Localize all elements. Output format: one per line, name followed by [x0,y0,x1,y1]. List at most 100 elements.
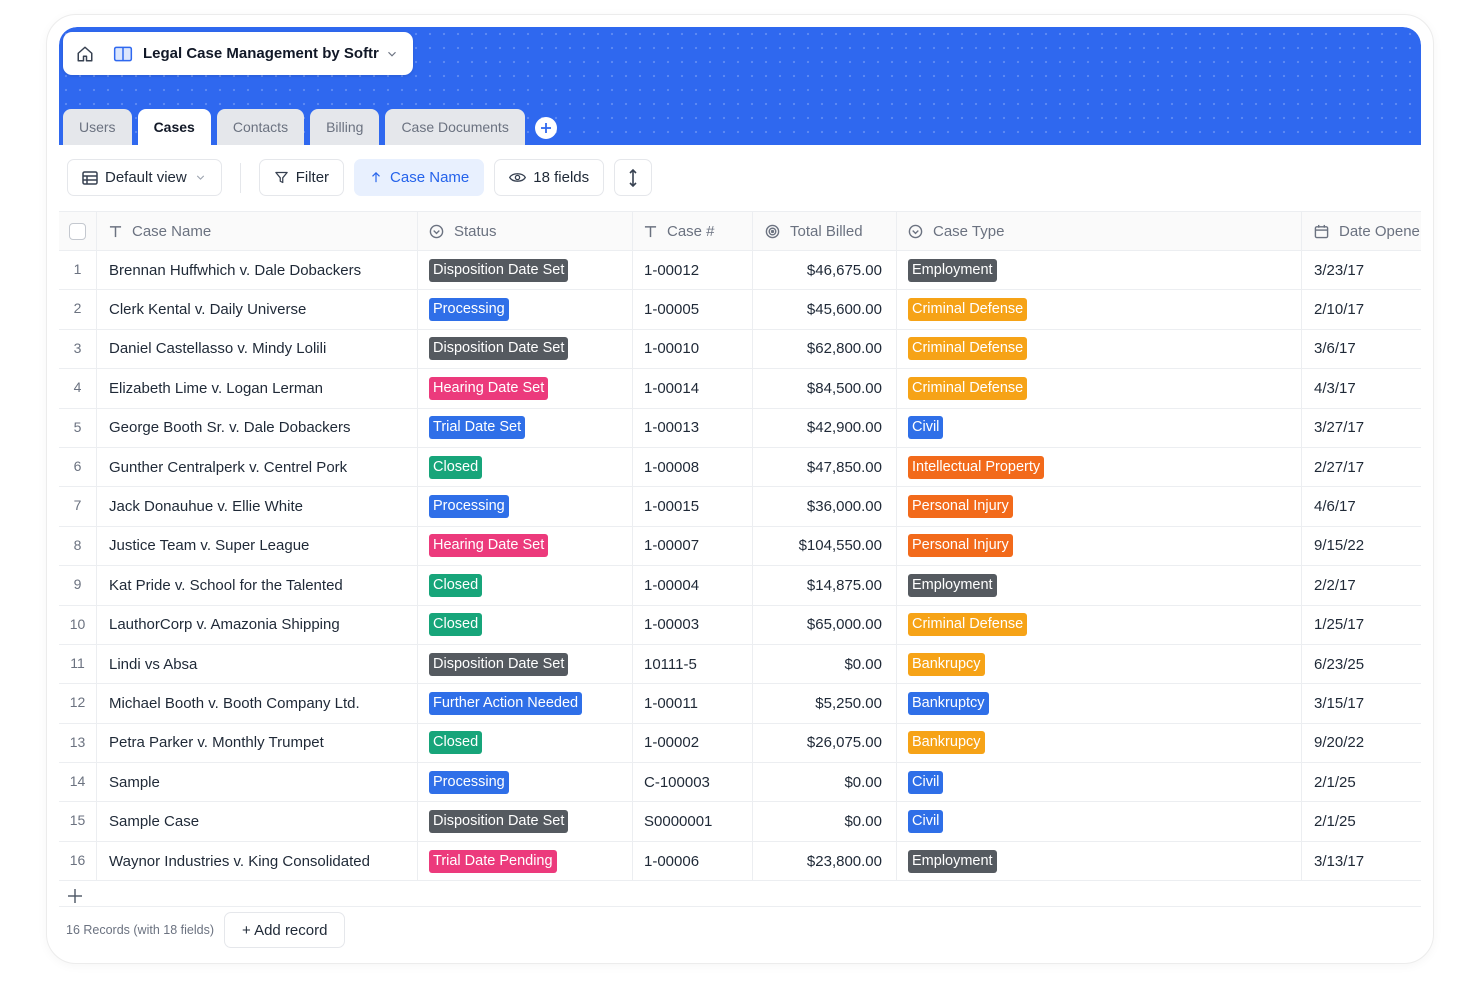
case-name-cell[interactable]: Daniel Castellasso v. Mindy Lolili [97,329,418,369]
status-cell[interactable]: Processing [418,487,633,526]
date-opened-cell[interactable]: 3/23/17 [1302,251,1421,289]
case-name-cell[interactable]: Waynor Industries v. King Consolidated [97,841,418,881]
date-opened-cell[interactable]: 4/6/17 [1302,487,1421,525]
case-name-cell[interactable]: George Booth Sr. v. Dale Dobackers [97,408,418,447]
case-number-cell[interactable]: 1-00012 [633,251,753,290]
date-opened-cell[interactable]: 9/20/22 [1302,724,1421,762]
table-row[interactable]: 9 Kat Pride v. School for the Talented Clo… [59,566,1421,606]
case-number-cell[interactable]: 1-00011 [633,684,753,723]
case-name-cell[interactable]: Sample Case [97,802,418,841]
tab-case-documents[interactable]: Case Documents [385,109,525,145]
case-type-cell[interactable]: Employment [897,841,1302,881]
status-cell[interactable]: Disposition Date Set [418,802,633,841]
status-cell[interactable]: Trial Date Pending [418,841,633,881]
status-cell[interactable]: Closed [418,605,633,644]
table-row[interactable]: 12 Michael Booth v. Booth Company Ltd. Fur… [59,684,1421,724]
status-cell[interactable]: Hearing Date Set [418,526,633,566]
total-billed-cell[interactable]: $104,550.00 [753,526,897,566]
column-header-date-opened[interactable]: Date Opene [1302,212,1421,250]
case-type-cell[interactable]: Civil [897,763,1302,802]
status-cell[interactable]: Closed [418,566,633,605]
case-type-cell[interactable]: Bankrupcy [897,644,1302,684]
case-number-cell[interactable]: 1-00013 [633,408,753,447]
case-number-cell[interactable]: 1-00002 [633,723,753,763]
case-number-cell[interactable]: 1-00015 [633,487,753,526]
app-title[interactable]: Legal Case Management by Softr [143,45,379,62]
date-opened-cell[interactable]: 4/3/17 [1302,369,1421,407]
case-type-cell[interactable]: Criminal Defense [897,369,1302,408]
table-row[interactable]: 5 George Booth Sr. v. Dale Dobackers Trial… [59,408,1421,448]
case-type-cell[interactable]: Personal Injury [897,526,1302,566]
case-name-cell[interactable]: Clerk Kental v. Daily Universe [97,290,418,329]
date-opened-cell[interactable]: 9/15/22 [1302,527,1421,565]
chevron-down-icon[interactable] [385,47,399,61]
table-row[interactable]: 8 Justice Team v. Super League Hearing Dat… [59,526,1421,567]
date-opened-cell[interactable]: 1/25/17 [1302,606,1421,644]
total-billed-cell[interactable]: $26,075.00 [753,723,897,763]
case-number-cell[interactable]: 1-00004 [633,566,753,605]
table-row[interactable]: 2 Clerk Kental v. Daily Universe Processin… [59,290,1421,330]
case-number-cell[interactable]: 1-00007 [633,526,753,566]
date-opened-cell[interactable]: 3/6/17 [1302,330,1421,368]
tab-cases[interactable]: Cases [137,109,211,145]
total-billed-cell[interactable]: $0.00 [753,763,897,802]
case-number-cell[interactable]: 1-00010 [633,329,753,369]
tab-billing[interactable]: Billing [310,109,380,145]
column-header-case-type[interactable]: Case Type [897,212,1302,250]
case-name-cell[interactable]: Kat Pride v. School for the Talented [97,566,418,605]
case-type-cell[interactable]: Employment [897,251,1302,290]
case-number-cell[interactable]: 1-00006 [633,841,753,881]
table-row[interactable]: 1 Brennan Huffwhich v. Dale Dobackers Disp… [59,251,1421,291]
date-opened-cell[interactable]: 6/23/25 [1302,645,1421,683]
case-type-cell[interactable]: Intellectual Property [897,447,1302,487]
case-type-cell[interactable]: Personal Injury [897,487,1302,526]
status-cell[interactable]: Disposition Date Set [418,329,633,369]
total-billed-cell[interactable]: $14,875.00 [753,566,897,605]
case-name-cell[interactable]: Elizabeth Lime v. Logan Lerman [97,369,418,408]
case-name-cell[interactable]: Jack Donauhue v. Ellie White [97,487,418,526]
table-row[interactable]: 10 LauthorCorp v. Amazonia Shipping Closed… [59,605,1421,645]
case-type-cell[interactable]: Bankruptcy [897,684,1302,723]
total-billed-cell[interactable]: $5,250.00 [753,684,897,723]
case-number-cell[interactable]: 10111-5 [633,644,753,684]
table-row[interactable]: 14 Sample Processing C-100003 $0.00 Civil 2/1/… [59,763,1421,803]
table-row[interactable]: 11 Lindi vs Absa Disposition Date Set 10111… [59,644,1421,685]
tab-users[interactable]: Users [63,109,132,145]
case-number-cell[interactable]: C-100003 [633,763,753,802]
date-opened-cell[interactable]: 3/15/17 [1302,684,1421,722]
total-billed-cell[interactable]: $62,800.00 [753,329,897,369]
column-header-total-billed[interactable]: Total Billed [753,212,897,250]
case-number-cell[interactable]: 1-00008 [633,447,753,487]
home-icon[interactable] [75,44,95,64]
status-cell[interactable]: Processing [418,763,633,802]
fields-button[interactable]: 18 fields [494,159,605,196]
table-row[interactable]: 6 Gunther Centralperk v. Centrel Pork Clos… [59,447,1421,488]
case-name-cell[interactable]: LauthorCorp v. Amazonia Shipping [97,605,418,644]
table-row[interactable]: 4 Elizabeth Lime v. Logan Lerman Hearing D… [59,369,1421,409]
date-opened-cell[interactable]: 3/13/17 [1302,842,1421,880]
row-height-button[interactable] [614,159,653,196]
column-header-case-name[interactable]: Case Name [97,212,418,250]
case-name-cell[interactable]: Petra Parker v. Monthly Trumpet [97,723,418,763]
table-row[interactable]: 3 Daniel Castellasso v. Mindy Lolili Dispo… [59,329,1421,370]
app-switcher[interactable]: Legal Case Management by Softr [63,32,413,75]
case-number-cell[interactable]: 1-00003 [633,605,753,644]
table-row[interactable]: 13 Petra Parker v. Monthly Trumpet Closed 1… [59,723,1421,764]
case-type-cell[interactable]: Criminal Defense [897,605,1302,644]
case-name-cell[interactable]: Justice Team v. Super League [97,526,418,566]
total-billed-cell[interactable]: $47,850.00 [753,447,897,487]
case-type-cell[interactable]: Criminal Defense [897,290,1302,329]
total-billed-cell[interactable]: $45,600.00 [753,290,897,329]
case-type-cell[interactable]: Bankrupcy [897,723,1302,763]
total-billed-cell[interactable]: $23,800.00 [753,841,897,881]
date-opened-cell[interactable]: 2/2/17 [1302,566,1421,604]
status-cell[interactable]: Closed [418,447,633,487]
case-number-cell[interactable]: 1-00005 [633,290,753,329]
status-cell[interactable]: Processing [418,290,633,329]
date-opened-cell[interactable]: 2/1/25 [1302,802,1421,840]
case-name-cell[interactable]: Lindi vs Absa [97,644,418,684]
table-row[interactable]: 16 Waynor Industries v. King Consolidated… [59,841,1421,882]
case-type-cell[interactable]: Employment [897,566,1302,605]
add-tab-button[interactable] [534,117,557,139]
date-opened-cell[interactable]: 2/10/17 [1302,290,1421,328]
